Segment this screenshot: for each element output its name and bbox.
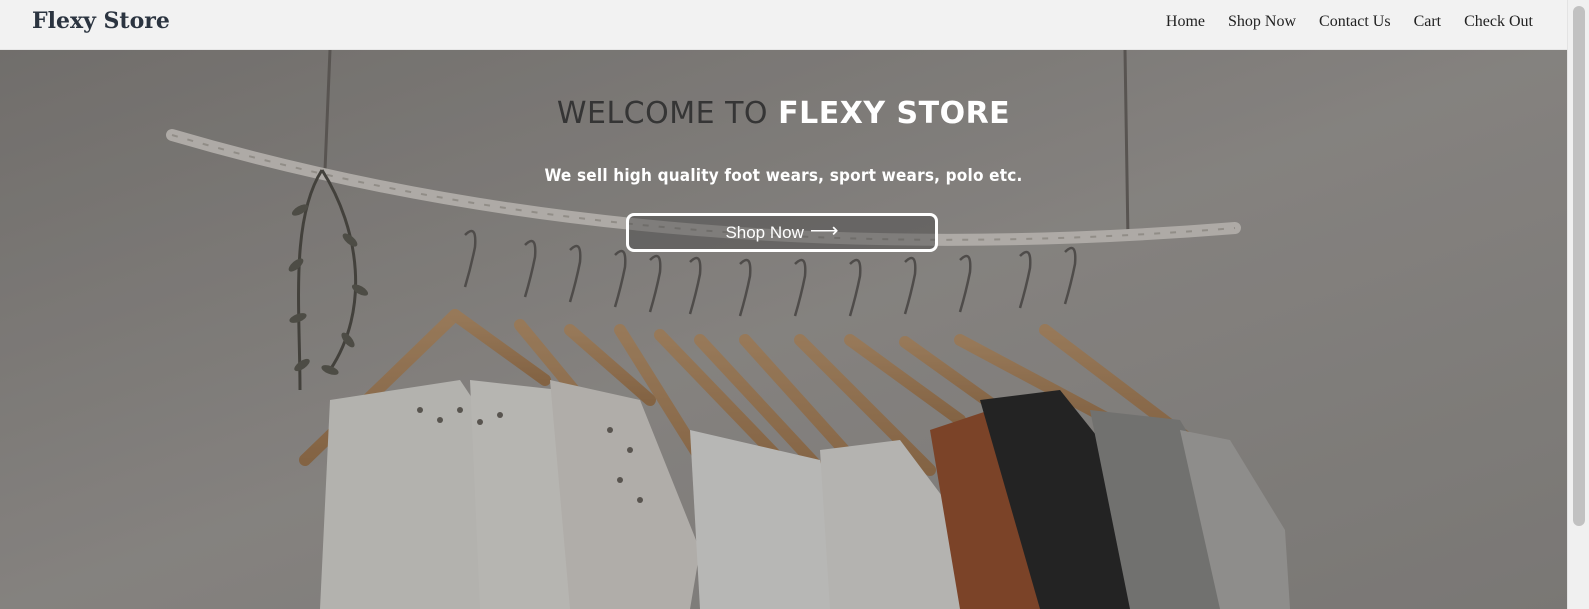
hero-section: WELCOME TO FLEXY STORE We sell high qual… <box>0 50 1567 609</box>
nav-contact-us-link[interactable]: Contact Us <box>1319 13 1391 31</box>
hero-subtitle: We sell high quality foot wears, sport w… <box>544 166 1023 186</box>
scrollbar[interactable] <box>1567 0 1589 609</box>
nav-home-link[interactable]: Home <box>1166 13 1205 31</box>
nav-check-out-link[interactable]: Check Out <box>1464 13 1533 31</box>
nav-shop-now-link[interactable]: Shop Now <box>1228 13 1296 31</box>
page: Flexy Store Home Shop Now Contact Us Car… <box>0 0 1589 609</box>
brand-logo[interactable]: Flexy Store <box>32 8 170 34</box>
hero-title-prefix: WELCOME TO <box>556 96 769 131</box>
nav-links: Home Shop Now Contact Us Cart Check Out <box>1166 13 1533 31</box>
nav-cart-link[interactable]: Cart <box>1414 13 1442 31</box>
hero-dark-overlay <box>0 50 1567 609</box>
top-navbar: Flexy Store Home Shop Now Contact Us Car… <box>0 0 1567 50</box>
shop-now-button[interactable]: Shop Now ⟶ <box>626 213 938 252</box>
hero-title-highlight: FLEXY STORE <box>778 96 1011 131</box>
hero-title: WELCOME TO FLEXY STORE <box>0 96 1567 131</box>
arrow-right-icon: ⟶ <box>809 219 839 242</box>
scrollbar-thumb[interactable] <box>1573 6 1585 526</box>
shop-now-button-label: Shop Now <box>725 222 804 242</box>
